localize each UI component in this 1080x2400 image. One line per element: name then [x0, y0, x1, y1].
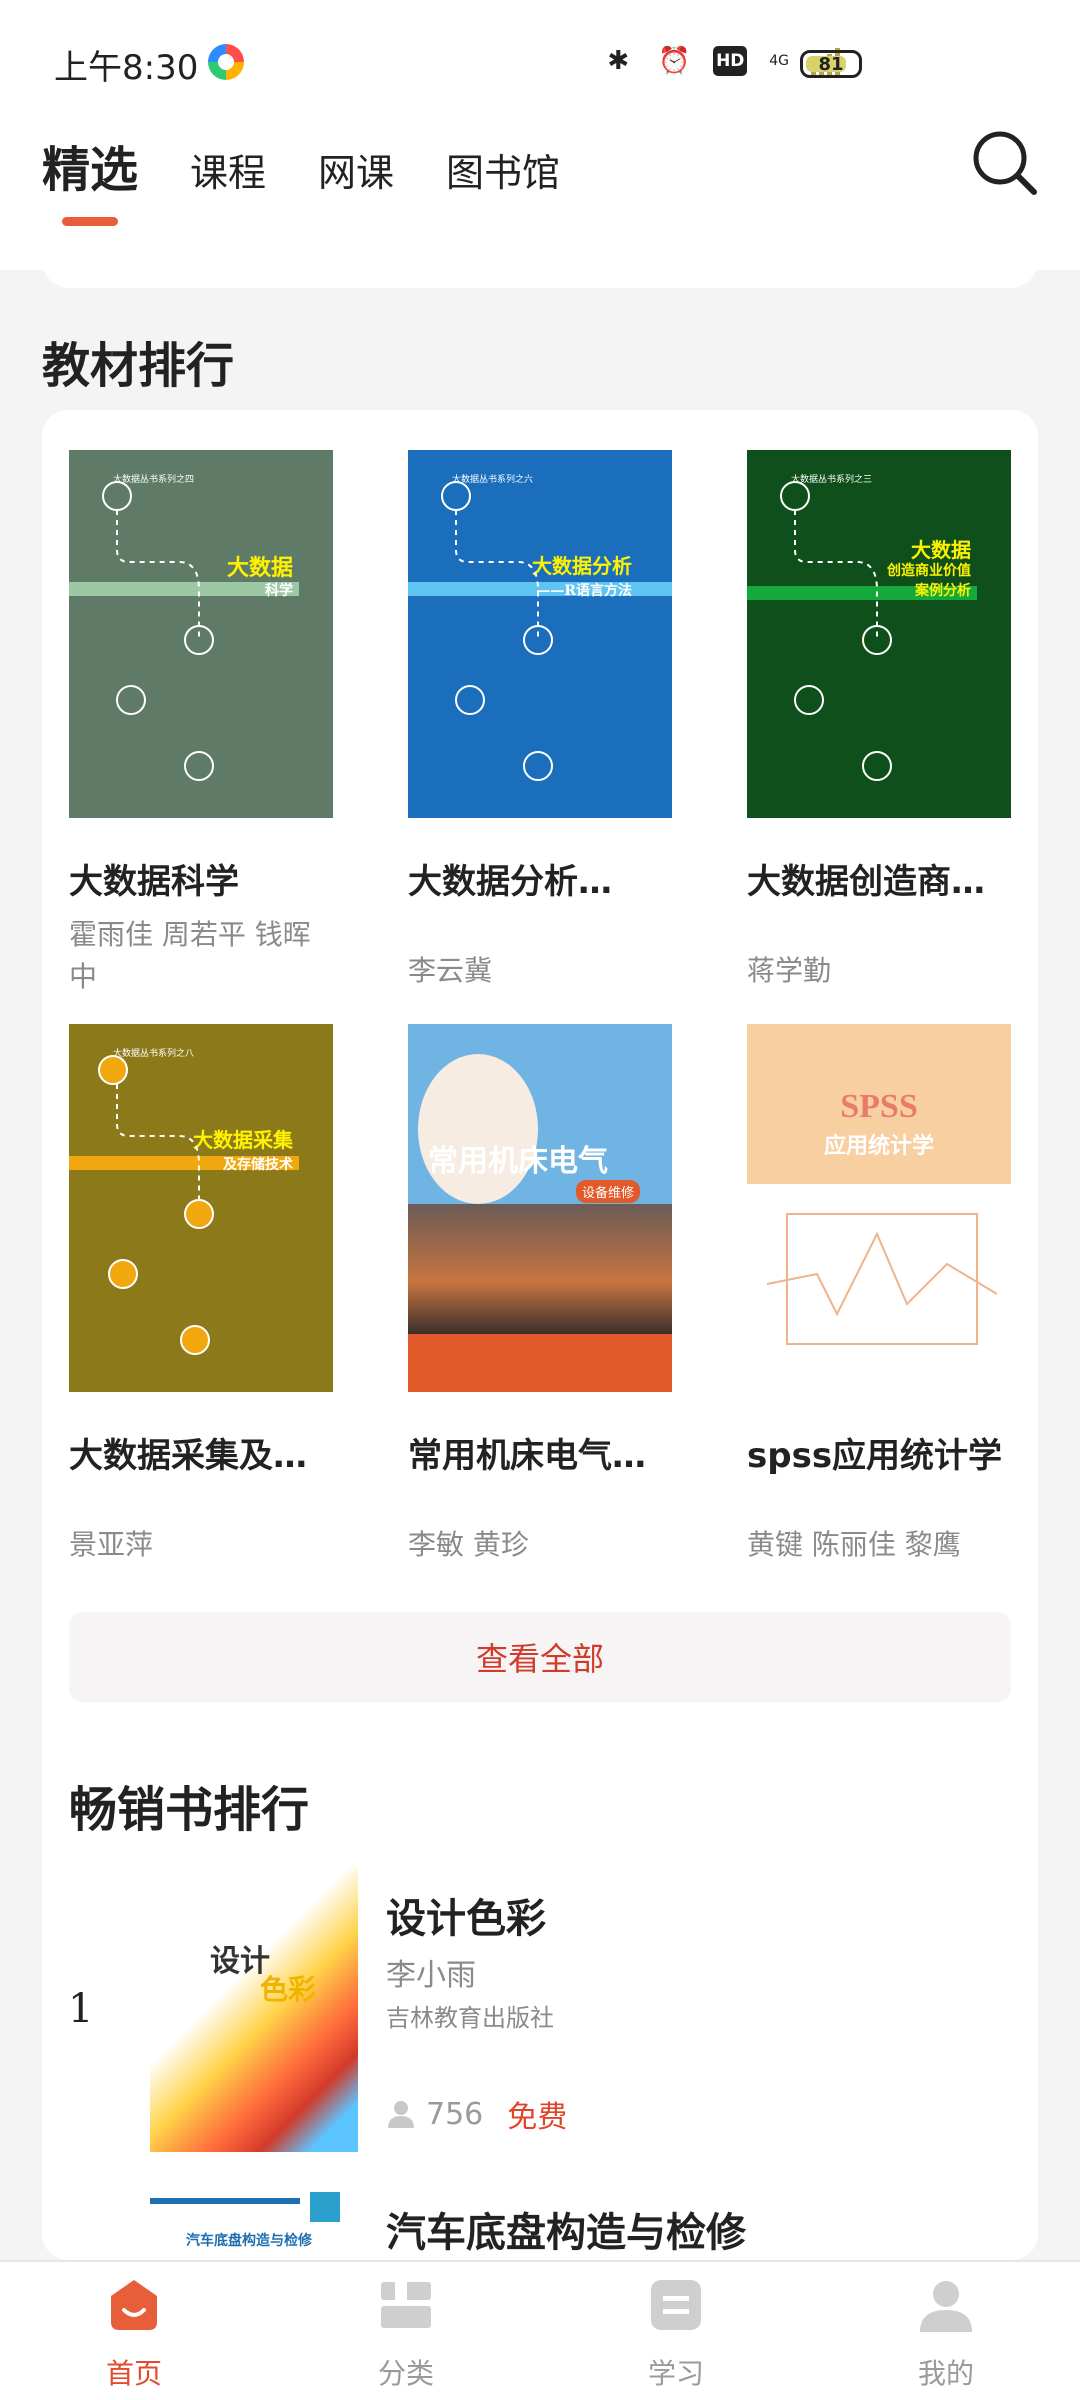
- alarm-icon: ⏰: [658, 46, 691, 76]
- book-title[interactable]: spss应用统计学: [747, 1428, 1011, 1477]
- book-cover[interactable]: 常用机床电气 设备维修: [408, 1024, 672, 1392]
- reader-icon: [388, 2101, 414, 2128]
- nav-label: 首页: [105, 2357, 162, 2390]
- profile-icon: [920, 2281, 972, 2332]
- book-title[interactable]: 汽车底盘构造与检修: [386, 2200, 746, 2258]
- nav-study[interactable]: 学习: [606, 2276, 746, 2392]
- book-item[interactable]: 大数据丛书系列之三 大数据 创造商业价值 案例分析 大数据创造商… 蒋学勤: [747, 450, 1011, 987]
- bottom-nav: 首页 分类 学习 我的: [0, 2260, 1080, 2400]
- status-bar: 上午8:30 ✱ ⏰ HD 4G 81: [0, 0, 1080, 120]
- book-cover[interactable]: 设计 色彩: [150, 1866, 358, 2152]
- book-item[interactable]: 常用机床电气 设备维修 常用机床电气… 李敏 黄珍: [408, 1024, 672, 1561]
- book-cover[interactable]: 汽车底盘构造与检修: [150, 2192, 358, 2260]
- book-cover[interactable]: 大数据丛书系列之六 大数据分析 ——R语言方法: [408, 450, 672, 818]
- book-cover[interactable]: 大数据丛书系列之八 大数据采集 及存储技术: [69, 1024, 333, 1392]
- category-icon: [381, 2282, 431, 2328]
- book-title[interactable]: 设计色彩: [386, 1886, 546, 1944]
- tab-courses[interactable]: 课程: [190, 142, 266, 197]
- book-author: 霍雨佳 周若平 钱晖中: [69, 918, 311, 993]
- nav-label: 学习: [647, 2357, 704, 2390]
- section-title-bestsellers: 畅销书排行: [69, 1782, 310, 1838]
- book-item[interactable]: 大数据丛书系列之八 大数据采集 及存储技术 大数据采集及… 景亚萍: [69, 1024, 333, 1561]
- book-cover[interactable]: 大数据丛书系列之四 大数据 科学: [69, 450, 333, 818]
- book-item[interactable]: 大数据丛书系列之六 大数据分析 ——R语言方法 大数据分析… 李云冀: [408, 450, 672, 987]
- app-notification-icon: [208, 44, 244, 80]
- list-item[interactable]: 汽车底盘构造与检修 汽车底盘构造与检修: [42, 2180, 1038, 2260]
- book-title[interactable]: 常用机床电气…: [408, 1428, 672, 1477]
- book-cover[interactable]: SPSS 应用统计学: [747, 1024, 1011, 1392]
- book-author: 李云冀: [408, 954, 493, 987]
- book-title[interactable]: 大数据分析…: [408, 854, 672, 903]
- tab-featured[interactable]: 精选: [42, 130, 138, 226]
- book-cover[interactable]: 大数据丛书系列之三 大数据 创造商业价值 案例分析: [747, 450, 1011, 818]
- book-title[interactable]: 大数据科学: [69, 854, 333, 903]
- study-icon: [651, 2280, 701, 2330]
- nav-home[interactable]: 首页: [64, 2276, 204, 2392]
- book-author: 黄键 陈丽佳 黎鹰: [747, 1528, 961, 1561]
- tab-library[interactable]: 图书馆: [446, 142, 560, 197]
- book-author: 蒋学勤: [747, 954, 832, 987]
- section-title-textbooks: 教材排行: [42, 338, 235, 394]
- home-icon: [111, 2280, 157, 2330]
- book-title[interactable]: 大数据采集及…: [69, 1428, 333, 1477]
- reader-count: 756: [426, 2096, 484, 2132]
- battery-level: 81: [818, 53, 844, 75]
- nav-label: 我的: [917, 2357, 974, 2390]
- book-author: 李小雨: [386, 1958, 476, 1993]
- hd-icon: HD: [713, 46, 748, 76]
- book-publisher: 吉林教育出版社: [386, 2004, 554, 2032]
- search-icon[interactable]: [970, 128, 1040, 198]
- network-type: 4G: [769, 53, 789, 69]
- book-item[interactable]: 大数据丛书系列之四 大数据 科学 大数据科学 霍雨佳 周若平 钱晖中: [69, 450, 333, 993]
- book-title[interactable]: 大数据创造商…: [747, 854, 1011, 903]
- textbook-ranking-card: 大数据丛书系列之四 大数据 科学 大数据科学 霍雨佳 周若平 钱晖中 大数据丛书…: [42, 410, 1038, 2260]
- bluetooth-icon: ✱: [607, 46, 630, 76]
- book-author: 李敏 黄珍: [408, 1528, 529, 1561]
- nav-label: 分类: [377, 2357, 434, 2390]
- view-all-button[interactable]: 查看全部: [69, 1612, 1011, 1702]
- price-label: 免费: [507, 2100, 568, 2135]
- book-author: 景亚萍: [69, 1528, 154, 1561]
- rank-number: 1: [68, 1986, 94, 2032]
- book-item[interactable]: SPSS 应用统计学 spss应用统计学 黄键 陈丽佳 黎鹰: [747, 1024, 1011, 1561]
- nav-profile[interactable]: 我的: [876, 2276, 1016, 2392]
- nav-category[interactable]: 分类: [336, 2276, 476, 2392]
- list-item[interactable]: 1 设计 色彩 设计色彩 李小雨 吉林教育出版社 756 免费: [42, 1866, 1038, 2156]
- previous-card-edge: [42, 248, 1038, 288]
- battery-icon: 81: [800, 50, 862, 78]
- status-time: 上午8:30: [54, 48, 199, 88]
- tab-online-courses[interactable]: 网课: [318, 142, 394, 197]
